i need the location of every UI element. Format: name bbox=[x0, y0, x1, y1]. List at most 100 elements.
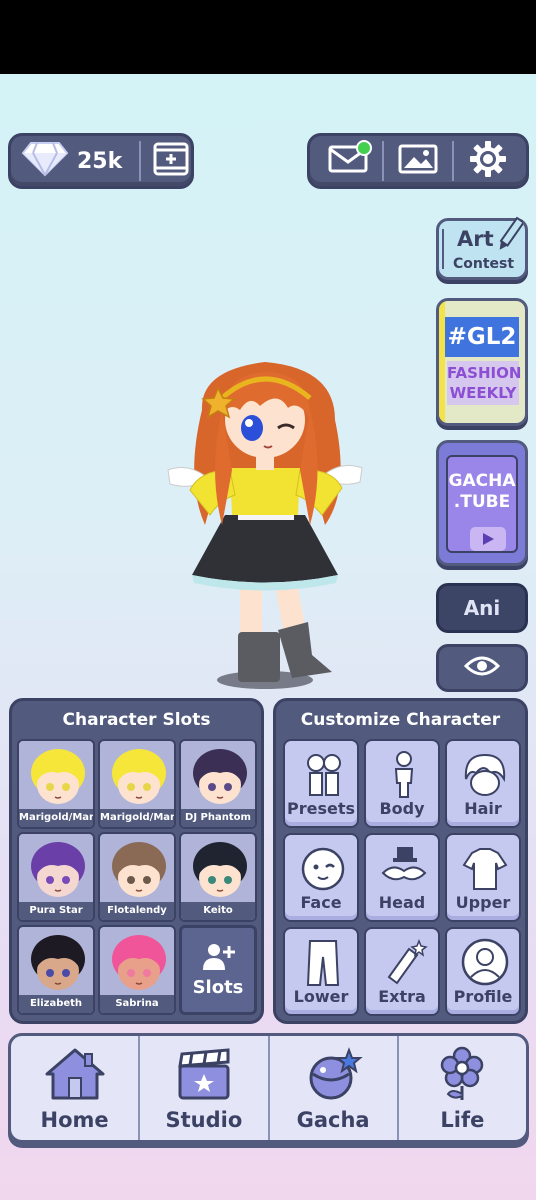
gallery-button[interactable] bbox=[388, 138, 448, 184]
lower-button[interactable]: Lower bbox=[283, 927, 359, 1016]
presets-button[interactable]: Presets bbox=[283, 739, 359, 828]
divider bbox=[382, 141, 384, 181]
character-portrait bbox=[110, 840, 168, 906]
status-bar bbox=[0, 0, 536, 74]
profile-label: Profile bbox=[453, 987, 513, 1006]
add-slots-label: Slots bbox=[192, 977, 244, 998]
character-slots-panel: Character Slots Marigold/Mar Marigold/Mar… bbox=[9, 698, 264, 1024]
customize-character-panel: Customize Character Presets Body Hair Face H… bbox=[273, 698, 528, 1024]
add-video-icon[interactable] bbox=[153, 141, 189, 181]
profile-icon bbox=[461, 938, 509, 986]
nav-studio-label: Studio bbox=[165, 1108, 243, 1132]
nav-gacha[interactable]: Gacha bbox=[267, 1036, 397, 1140]
gacha-tube-line1: GACHA bbox=[448, 471, 516, 491]
fashion-weekly-line1: FASHION bbox=[447, 364, 522, 382]
character-portrait bbox=[29, 840, 87, 906]
character-portrait bbox=[110, 933, 168, 999]
body-button[interactable]: Body bbox=[364, 739, 440, 828]
gallery-icon bbox=[398, 144, 438, 178]
hide-ui-button[interactable] bbox=[436, 644, 528, 692]
nav-life-label: Life bbox=[440, 1108, 485, 1132]
nav-home[interactable]: Home bbox=[11, 1036, 138, 1140]
bottom-navigation: Home Studio Gacha Life bbox=[8, 1033, 529, 1143]
mail-button[interactable] bbox=[318, 138, 378, 184]
profile-button[interactable]: Profile bbox=[445, 927, 521, 1016]
character-slot-name: Flotalendy bbox=[100, 902, 174, 920]
extra-label: Extra bbox=[378, 987, 426, 1006]
slot-grid: Marigold/Mar Marigold/Mar DJ Phantom Pura S… bbox=[17, 739, 257, 1015]
character-preview[interactable] bbox=[160, 350, 370, 700]
body-label: Body bbox=[379, 799, 425, 818]
character-slot[interactable]: Marigold/Mar bbox=[98, 739, 176, 829]
character-portrait bbox=[29, 933, 87, 999]
fashion-weekly-caption: FASHION WEEKLY bbox=[447, 361, 522, 405]
extra-button[interactable]: Extra bbox=[364, 927, 440, 1016]
character-slot[interactable]: Marigold/Mar bbox=[17, 739, 95, 829]
flower-icon bbox=[430, 1036, 494, 1106]
face-button[interactable]: Face bbox=[283, 833, 359, 922]
character-slot[interactable]: DJ Phantom bbox=[179, 739, 257, 829]
customize-character-title: Customize Character bbox=[300, 710, 501, 730]
character-portrait bbox=[191, 840, 249, 906]
face-label: Face bbox=[300, 893, 342, 912]
pencil-icon bbox=[497, 215, 525, 259]
character-slot-name: DJ Phantom bbox=[181, 809, 255, 827]
add-slots-button[interactable]: Slots bbox=[179, 925, 257, 1015]
nav-studio[interactable]: Studio bbox=[138, 1036, 267, 1140]
nav-life[interactable]: Life bbox=[396, 1036, 526, 1140]
upper-label: Upper bbox=[455, 893, 511, 912]
hair-icon bbox=[464, 753, 506, 796]
head-label: Head bbox=[378, 893, 426, 912]
character-slot[interactable]: Elizabeth bbox=[17, 925, 95, 1015]
fashion-weekly-banner: #GL2 bbox=[445, 317, 519, 357]
hair-label: Hair bbox=[464, 799, 502, 818]
fashion-weekly-line2: WEEKLY bbox=[449, 384, 517, 402]
play-icon bbox=[470, 527, 506, 551]
art-contest-line1: Art bbox=[457, 227, 494, 251]
ani-button[interactable]: Ani bbox=[436, 583, 528, 633]
tablet-screen: GACHA .TUBE bbox=[446, 455, 518, 553]
body-icon bbox=[394, 751, 414, 798]
head-button[interactable]: Head bbox=[364, 833, 440, 922]
character-slot[interactable]: Flotalendy bbox=[98, 832, 176, 922]
character-portrait bbox=[110, 747, 168, 813]
character-slot[interactable]: Pura Star bbox=[17, 832, 95, 922]
character-slot-name: Marigold/Mar bbox=[100, 809, 174, 827]
gacha-tube-button[interactable]: GACHA .TUBE bbox=[436, 440, 528, 566]
hair-button[interactable]: Hair bbox=[445, 739, 521, 828]
nav-gacha-label: Gacha bbox=[296, 1108, 370, 1132]
head-icon bbox=[381, 847, 427, 881]
notification-dot bbox=[356, 140, 372, 156]
presets-label: Presets bbox=[286, 799, 355, 818]
add-user-icon bbox=[201, 942, 235, 977]
upper-button[interactable]: Upper bbox=[445, 833, 521, 922]
eye-icon bbox=[463, 654, 501, 682]
extra-icon bbox=[387, 938, 428, 985]
character-slot-name: Marigold/Mar bbox=[19, 809, 93, 827]
divider bbox=[139, 141, 141, 181]
gem-icon bbox=[21, 141, 69, 181]
gacha-orb-icon bbox=[301, 1036, 365, 1106]
character-portrait bbox=[29, 747, 87, 813]
lower-icon bbox=[306, 940, 340, 986]
notebook-binding bbox=[442, 229, 450, 269]
lower-label: Lower bbox=[293, 987, 349, 1006]
gacha-tube-title: GACHA .TUBE bbox=[448, 471, 516, 513]
character-slot-name: Keito bbox=[181, 902, 255, 920]
presets-icon bbox=[307, 754, 341, 796]
currency-bar: 25k bbox=[8, 133, 194, 189]
gem-count: 25k bbox=[77, 148, 123, 174]
customize-grid: Presets Body Hair Face Head Upper Lower Extra Pr… bbox=[283, 739, 521, 1016]
character-slot[interactable]: Keito bbox=[179, 832, 257, 922]
settings-icon bbox=[469, 140, 507, 182]
character-slot-name: Elizabeth bbox=[19, 995, 93, 1013]
clapperboard-icon bbox=[172, 1036, 236, 1106]
fashion-weekly-button[interactable]: #GL2 FASHION WEEKLY bbox=[436, 298, 528, 426]
character-slot-name: Sabrina bbox=[100, 995, 174, 1013]
character-slots-title: Character Slots bbox=[62, 710, 211, 730]
settings-button[interactable] bbox=[458, 138, 518, 184]
character-slot-name: Pura Star bbox=[19, 902, 93, 920]
divider bbox=[452, 141, 454, 181]
character-slot[interactable]: Sabrina bbox=[98, 925, 176, 1015]
art-contest-button[interactable]: Art Contest bbox=[436, 215, 528, 280]
